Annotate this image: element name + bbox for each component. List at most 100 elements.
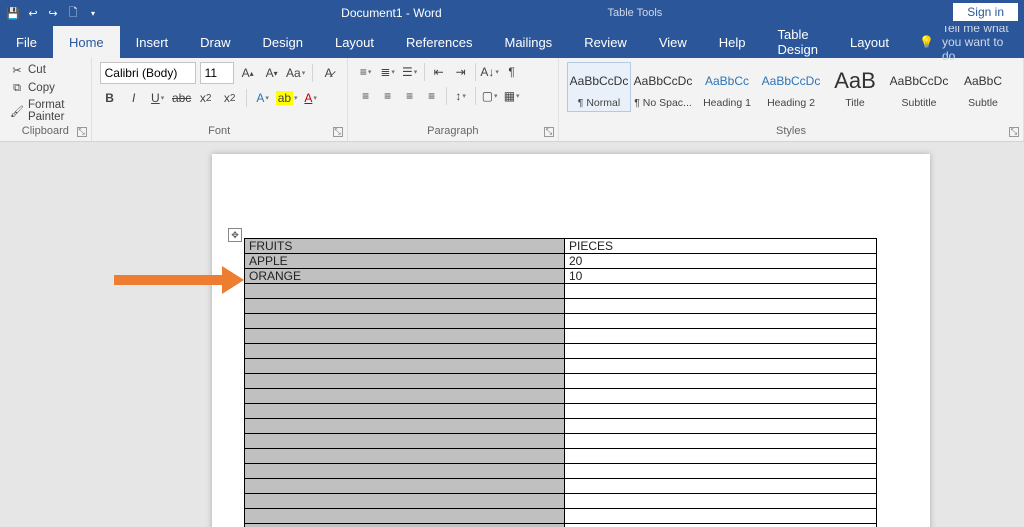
shrink-font-button[interactable]: A▾ (262, 63, 282, 83)
font-size-select[interactable] (200, 62, 234, 84)
table-cell[interactable] (565, 494, 877, 509)
show-marks-button[interactable]: ¶ (502, 62, 522, 82)
table-cell[interactable] (245, 464, 565, 479)
table-cell[interactable]: 10 (565, 269, 877, 284)
table-cell[interactable]: APPLE (245, 254, 565, 269)
tab-view[interactable]: View (643, 26, 703, 58)
paragraph-launcher[interactable]: ⤡ (544, 127, 554, 137)
table-cell[interactable] (245, 374, 565, 389)
document-table[interactable]: FRUITSPIECESAPPLE20ORANGE10 (244, 238, 877, 527)
table-row[interactable] (245, 314, 877, 329)
table-cell[interactable] (565, 449, 877, 464)
styles-gallery[interactable]: AaBbCcDc¶ NormalAaBbCcDc¶ No Spac...AaBb… (567, 62, 1015, 112)
qat-dropdown-icon[interactable]: ▾ (84, 4, 102, 22)
sign-in-button[interactable]: Sign in (953, 3, 1018, 21)
text-effects-button[interactable]: A (253, 88, 273, 108)
table-cell[interactable] (565, 359, 877, 374)
italic-button[interactable]: I (124, 88, 144, 108)
table-cell[interactable] (565, 404, 877, 419)
styles-launcher[interactable]: ⤡ (1009, 127, 1019, 137)
table-row[interactable] (245, 509, 877, 524)
table-cell[interactable] (245, 404, 565, 419)
underline-button[interactable]: U (148, 88, 168, 108)
tab-table-layout[interactable]: Layout (834, 26, 905, 58)
tab-design[interactable]: Design (247, 26, 319, 58)
table-cell[interactable] (565, 284, 877, 299)
table-row[interactable] (245, 359, 877, 374)
table-cell[interactable]: PIECES (565, 239, 877, 254)
undo-icon[interactable]: ↩ (24, 4, 42, 22)
table-cell[interactable] (245, 479, 565, 494)
style-item[interactable]: AaBbCcHeading 1 (695, 62, 759, 112)
copy-button[interactable]: ⧉Copy (8, 80, 83, 96)
style-item[interactable]: AaBbCcDc¶ Normal (567, 62, 631, 112)
style-item[interactable]: AaBTitle (823, 62, 887, 112)
cut-button[interactable]: ✂Cut (8, 62, 83, 78)
table-cell[interactable] (565, 524, 877, 527)
table-cell[interactable] (245, 299, 565, 314)
bullets-button[interactable]: ≡ (356, 62, 376, 82)
justify-button[interactable]: ≡ (422, 86, 442, 106)
table-row[interactable] (245, 284, 877, 299)
line-spacing-button[interactable]: ↕ (451, 86, 471, 106)
table-cell[interactable] (565, 374, 877, 389)
table-cell[interactable] (565, 344, 877, 359)
table-cell[interactable] (245, 494, 565, 509)
style-item[interactable]: AaBbCcDcSubtitle (887, 62, 951, 112)
bold-button[interactable]: B (100, 88, 120, 108)
table-cell[interactable] (245, 314, 565, 329)
table-cell[interactable] (565, 509, 877, 524)
new-doc-icon[interactable]: 🗋 (64, 4, 82, 22)
table-cell[interactable] (565, 464, 877, 479)
tab-references[interactable]: References (390, 26, 488, 58)
table-row[interactable] (245, 374, 877, 389)
table-row[interactable] (245, 389, 877, 404)
tab-file[interactable]: File (0, 26, 53, 58)
table-cell[interactable] (565, 299, 877, 314)
tell-me-search[interactable]: 💡 Tell me what you want to do (905, 26, 1024, 58)
table-cell[interactable]: 20 (565, 254, 877, 269)
table-cell[interactable] (245, 434, 565, 449)
tab-table-design[interactable]: Table Design (762, 26, 834, 58)
table-cell[interactable] (565, 434, 877, 449)
increase-indent-button[interactable]: ⇥ (451, 62, 471, 82)
save-icon[interactable]: 💾 (4, 4, 22, 22)
table-cell[interactable] (245, 419, 565, 434)
style-item[interactable]: AaBbCcDc¶ No Spac... (631, 62, 695, 112)
table-cell[interactable] (245, 389, 565, 404)
align-left-button[interactable]: ≡ (356, 86, 376, 106)
table-row[interactable] (245, 479, 877, 494)
table-cell[interactable] (245, 449, 565, 464)
borders-button[interactable]: ▦ (502, 86, 522, 106)
table-cell[interactable] (245, 359, 565, 374)
table-cell[interactable] (565, 389, 877, 404)
tab-mailings[interactable]: Mailings (489, 26, 569, 58)
table-cell[interactable] (245, 329, 565, 344)
table-row[interactable] (245, 404, 877, 419)
table-row[interactable]: APPLE20 (245, 254, 877, 269)
table-cell[interactable] (565, 329, 877, 344)
highlight-button[interactable]: ab (277, 88, 297, 108)
table-row[interactable] (245, 329, 877, 344)
numbering-button[interactable]: ≣ (378, 62, 398, 82)
table-row[interactable] (245, 494, 877, 509)
tab-draw[interactable]: Draw (184, 26, 246, 58)
table-cell[interactable] (245, 524, 565, 527)
table-row[interactable] (245, 464, 877, 479)
align-center-button[interactable]: ≡ (378, 86, 398, 106)
shading-button[interactable]: ▢ (480, 86, 500, 106)
style-item[interactable]: AaBbCSubtle (951, 62, 1015, 112)
table-cell[interactable] (565, 314, 877, 329)
superscript-button[interactable]: x2 (220, 88, 240, 108)
tab-help[interactable]: Help (703, 26, 762, 58)
grow-font-button[interactable]: A▴ (238, 63, 258, 83)
table-row[interactable] (245, 419, 877, 434)
style-item[interactable]: AaBbCcDcHeading 2 (759, 62, 823, 112)
table-row[interactable] (245, 434, 877, 449)
clipboard-launcher[interactable]: ⤡ (77, 127, 87, 137)
table-move-handle[interactable]: ✥ (228, 228, 242, 242)
format-painter-button[interactable]: 🖌Format Painter (8, 98, 83, 124)
font-name-select[interactable] (100, 62, 196, 84)
table-row[interactable] (245, 449, 877, 464)
change-case-button[interactable]: Aa (286, 63, 306, 83)
